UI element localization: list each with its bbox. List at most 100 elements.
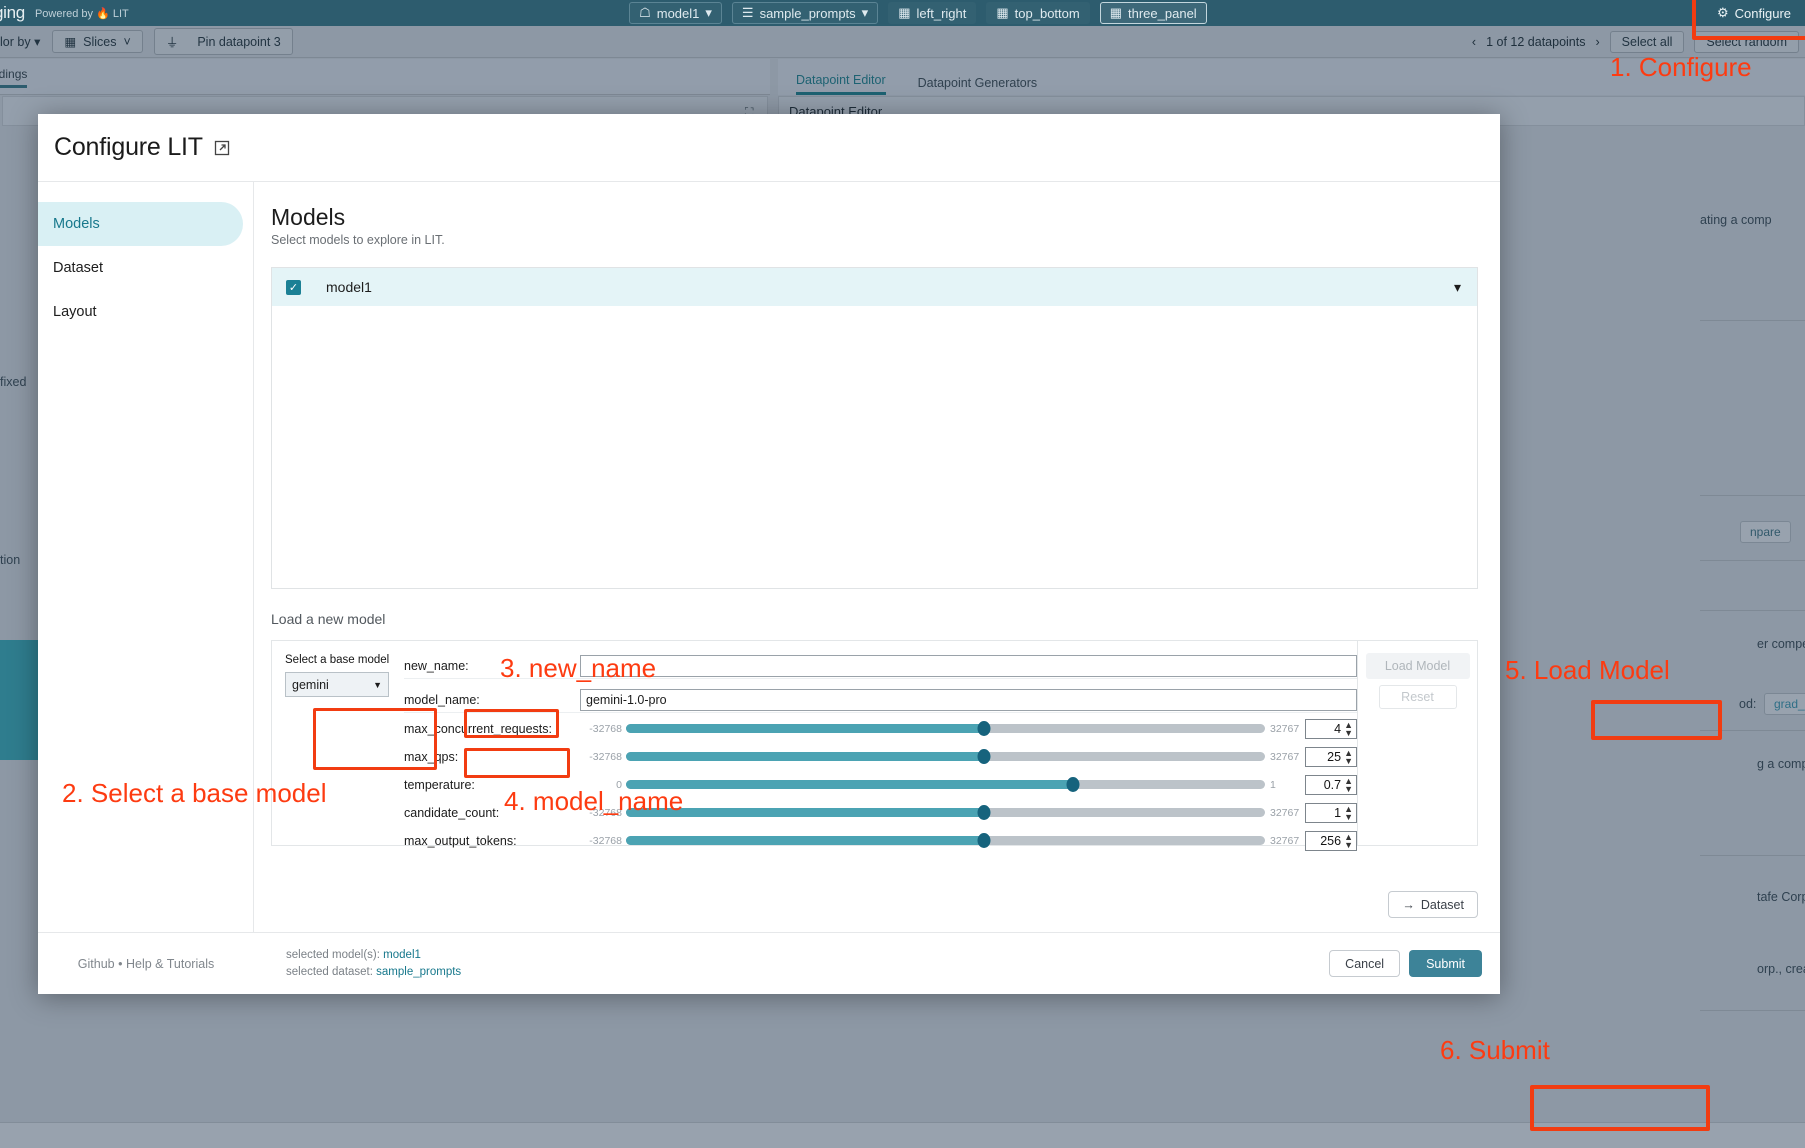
select-all-button[interactable]: Select all	[1610, 31, 1685, 53]
help-tutorials-link[interactable]: Help & Tutorials	[126, 957, 214, 971]
cancel-button[interactable]: Cancel	[1329, 950, 1400, 977]
base-model-value: gemini	[292, 678, 329, 692]
selected-models-value: model1	[383, 949, 421, 961]
stepper-value: 0.7	[1324, 778, 1341, 792]
selected-dataset-label: selected dataset:	[286, 966, 373, 978]
tab-datapoint-editor[interactable]: Datapoint Editor	[796, 73, 886, 95]
sidebar-item-layout[interactable]: Layout	[38, 290, 243, 334]
pin-datapoint-button[interactable]: ⏚ Pin datapoint 3	[154, 28, 293, 55]
dialog-header: Configure LIT	[38, 114, 1500, 182]
stepper-arrows-icon[interactable]: ▲▼	[1344, 749, 1353, 765]
slider-track[interactable]	[626, 836, 1265, 845]
slider-track[interactable]	[626, 752, 1265, 761]
load-model-button[interactable]: Load Model	[1366, 653, 1470, 679]
background-snippet: ating a comp	[1700, 213, 1772, 227]
dialog-content: Models Select models to explore in LIT. …	[254, 182, 1500, 932]
external-link-icon[interactable]	[214, 140, 230, 156]
footer-separator: •	[118, 957, 122, 971]
layout-chip-three-panel[interactable]: ▦ three_panel	[1100, 2, 1207, 24]
background-snippet: tafe Corp., cr	[1757, 890, 1805, 904]
chevron-down-icon[interactable]: ▾	[1454, 279, 1461, 296]
quantity-stepper[interactable]: 0.7 ▲▼	[1305, 775, 1357, 795]
slider-track[interactable]	[626, 808, 1265, 817]
sidebar-item-label: Dataset	[53, 260, 103, 276]
dialog-body: Models Dataset Layout Models Select mode…	[38, 182, 1500, 932]
powered-by-label: Powered by 🔥 LIT	[35, 7, 129, 20]
stepper-arrows-icon[interactable]: ▲▼	[1344, 777, 1353, 793]
pager-next-button[interactable]: ›	[1595, 35, 1599, 49]
grid-icon: ▦	[898, 5, 910, 21]
gear-icon: ⚙	[1717, 5, 1729, 21]
github-link[interactable]: Github	[78, 957, 115, 971]
annotation-label-2: 2. Select a base model	[62, 778, 327, 809]
stepper-value: 1	[1334, 806, 1341, 820]
go-to-dataset-button[interactable]: → Dataset	[1388, 891, 1478, 918]
stepper-arrows-icon[interactable]: ▲▼	[1344, 833, 1353, 849]
slider-thumb[interactable]	[977, 749, 990, 764]
submit-button[interactable]: Submit	[1409, 950, 1482, 977]
base-model-label: Select a base model	[285, 654, 390, 666]
configure-button[interactable]: ⚙ Configure	[1717, 5, 1791, 21]
list-item[interactable]: ✓ model1 ▾	[272, 268, 1477, 306]
dataset-selector-chip[interactable]: ☰ sample_prompts ▾	[732, 2, 878, 24]
background-snippet: tion	[0, 553, 20, 567]
sidebar-item-dataset[interactable]: Dataset	[38, 246, 243, 290]
flame-icon: 🔥	[96, 8, 110, 20]
footer-links: Github • Help & Tutorials	[38, 957, 254, 971]
slices-button[interactable]: ▦ Slices ˅	[52, 30, 142, 53]
stepper-arrows-icon[interactable]: ▲▼	[1344, 805, 1353, 821]
select-random-button[interactable]: Select random	[1694, 31, 1799, 53]
base-model-column: Select a base model gemini ▼	[272, 641, 390, 845]
datapoint-pager-group: ‹ 1 of 12 datapoints › Select all Select…	[1472, 31, 1799, 53]
annotation-label-5: 5. Load Model	[1505, 655, 1670, 686]
model-icon: ☖	[639, 5, 651, 21]
model-checkbox[interactable]: ✓	[286, 280, 301, 295]
slices-icon: ▦	[64, 34, 76, 49]
slider-track[interactable]	[626, 780, 1265, 789]
layout-chip-top-bottom[interactable]: ▦ top_bottom	[986, 2, 1089, 24]
model-name-input[interactable]: gemini-1.0-pro	[580, 689, 1357, 711]
slider-min: -32768	[580, 723, 626, 735]
slider-thumb[interactable]	[977, 721, 990, 736]
footer-selection-summary: selected model(s): model1 selected datas…	[286, 947, 461, 981]
background-grad-chip[interactable]: grad_d	[1764, 693, 1805, 715]
section-title: Models	[271, 204, 1478, 231]
slider-max: 1	[1265, 779, 1305, 791]
pager-status: 1 of 12 datapoints	[1486, 35, 1585, 49]
stepper-arrows-icon[interactable]: ▲▼	[1344, 721, 1353, 737]
chevron-down-icon: ▾	[862, 5, 869, 21]
new-name-input[interactable]	[580, 655, 1357, 677]
grid-icon: ▦	[1110, 5, 1122, 21]
background-bottom-strip	[0, 1122, 1805, 1148]
background-compare-chip[interactable]: npare	[1740, 521, 1791, 543]
color-by-control[interactable]: lor by ▾	[0, 34, 40, 49]
quantity-stepper[interactable]: 25 ▲▼	[1305, 747, 1357, 767]
background-left-tab[interactable]: ddings	[0, 67, 27, 88]
quantity-stepper[interactable]: 256 ▲▼	[1305, 831, 1357, 851]
selected-models-label: selected model(s):	[286, 949, 380, 961]
selected-dataset-value: sample_prompts	[376, 966, 461, 978]
list-icon: ☰	[742, 5, 754, 21]
pager-prev-button[interactable]: ‹	[1472, 35, 1476, 49]
layout-chip-left-right[interactable]: ▦ left_right	[888, 2, 976, 24]
pin-icon: ⏚	[166, 32, 179, 51]
background-left-tabstrip: ddings	[0, 59, 770, 95]
sidebar-item-label: Models	[53, 216, 100, 232]
slider-max: 32767	[1265, 835, 1305, 847]
reset-button[interactable]: Reset	[1379, 685, 1457, 709]
section-subtitle: Select models to explore in LIT.	[271, 233, 1478, 247]
slider-track[interactable]	[626, 724, 1265, 733]
slider-thumb[interactable]	[977, 805, 990, 820]
slider-max: 32767	[1265, 807, 1305, 819]
tab-datapoint-generators[interactable]: Datapoint Generators	[918, 76, 1038, 95]
background-grad-label: od:	[1739, 697, 1756, 711]
model-selector-chip[interactable]: ☖ model1 ▾	[629, 2, 722, 24]
base-model-select[interactable]: gemini ▼	[285, 672, 389, 697]
background-snippet: er competito	[1757, 637, 1805, 651]
sidebar-item-models[interactable]: Models	[38, 202, 243, 246]
annotation-label-3: 3. new_name	[500, 653, 656, 684]
quantity-stepper[interactable]: 4 ▲▼	[1305, 719, 1357, 739]
quantity-stepper[interactable]: 1 ▲▼	[1305, 803, 1357, 823]
slider-thumb[interactable]	[1067, 777, 1080, 792]
slider-thumb[interactable]	[977, 833, 990, 848]
